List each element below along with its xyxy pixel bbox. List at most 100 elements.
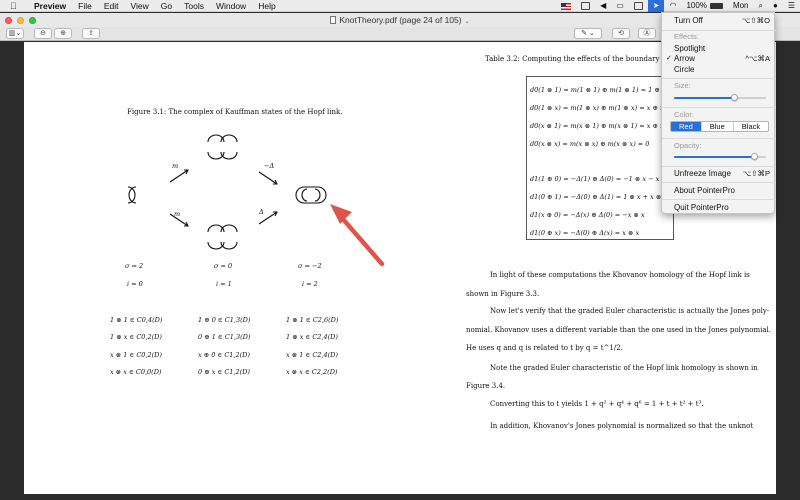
share-icon: ⇪ (88, 30, 94, 37)
menu-unfreeze-image[interactable]: Unfreeze Image ⌥⇧⌘P (662, 168, 776, 179)
menu-quit-pointerpro[interactable]: Quit PointerPro (662, 202, 776, 213)
airplay-icon[interactable]: ▭ (611, 0, 629, 12)
window-title-text: KnotTheory.pdf (page 24 of 105) (339, 15, 462, 25)
size-slider[interactable] (674, 94, 766, 101)
battery-status[interactable]: 100% (681, 0, 727, 12)
menu-edit[interactable]: Edit (98, 0, 125, 12)
battery-icon (709, 3, 723, 9)
zoom-out-icon: ⊖ (40, 30, 46, 37)
menu-app-preview[interactable]: Preview (28, 0, 72, 12)
battery-percent: 100% (686, 1, 707, 10)
menu-tools[interactable]: Tools (178, 0, 210, 12)
paragraph-line-9: In addition, Khovanov's Jones polynomial… (490, 422, 754, 430)
circle-label: Circle (674, 65, 695, 74)
arrow-shortcut: ^⌥⌘A (745, 54, 770, 63)
unfreeze-shortcut: ⌥⇧⌘P (742, 169, 770, 178)
share-button[interactable]: ⇪ (82, 28, 100, 39)
chain-c2-row-4: x ⊗ x ∈ C2,2(D) (286, 368, 338, 376)
us-flag-icon[interactable] (556, 2, 576, 10)
sidebar-view-button[interactable]: ▥⌄ (6, 28, 24, 39)
size-slider-knob[interactable] (731, 94, 739, 101)
color-label: Color: (674, 110, 695, 119)
markup-pen-button[interactable]: ✎ ⌄ (574, 28, 602, 39)
pointerpro-menu: Turn Off ⌥⇧⌘O Effects: Spotlight ✓ Arrow… (661, 12, 776, 214)
zoom-in-icon: ⊕ (60, 30, 66, 37)
menu-effect-circle[interactable]: Circle (662, 64, 776, 75)
markup-icon: Ⓐ (643, 30, 651, 37)
zoom-in-button[interactable]: ⊕ (54, 28, 72, 39)
checkmark-icon: ✓ (666, 55, 672, 62)
size-slider-fill (674, 97, 735, 99)
turn-off-shortcut: ⌥⇧⌘O (741, 16, 770, 25)
chain-c0-row-1: 1 ⊗ 1 ∈ C0,4(D) (110, 316, 163, 324)
paragraph-line-6: Note the graded Euler characteristic of … (490, 364, 758, 372)
menu-go[interactable]: Go (155, 0, 178, 12)
color-black-segment[interactable]: Black (734, 122, 768, 131)
color-red-segment[interactable]: Red (671, 122, 702, 131)
status-area: ◀ ▭ ➤ ◠ 100% Mon ⌕ ● ☰ (556, 0, 800, 12)
menu-file[interactable]: File (72, 0, 98, 12)
opacity-slider-knob[interactable] (751, 153, 759, 160)
paragraph-line-4: nomial. Khovanov uses a different variab… (466, 326, 771, 334)
chevron-down-icon: ⌄ (464, 19, 470, 25)
volume-icon[interactable]: ◀ (595, 0, 611, 12)
paragraph-line-8: Converting this to t yields 1 + q² + q⁴ … (490, 400, 704, 408)
spotlight-search-icon[interactable]: ⌕ (754, 0, 768, 12)
clock[interactable]: Mon (728, 0, 754, 12)
rotate-icon: ⟲ (618, 30, 624, 37)
menu-separator (662, 182, 776, 183)
chain-c0-row-3: x ⊗ 1 ∈ C0,2(D) (110, 351, 162, 359)
chain-c2-row-2: 1 ⊗ x ∈ C2,4(D) (286, 333, 338, 341)
opacity-slider[interactable] (674, 153, 766, 160)
menu-help[interactable]: Help (252, 0, 281, 12)
zoom-window-button[interactable] (29, 16, 36, 24)
notification-center-icon[interactable]: ☰ (783, 0, 800, 12)
chain-c1-row-3: x ⊕ 0 ∈ C1,2(D) (198, 351, 250, 359)
apple-menu-icon[interactable]:  (10, 1, 20, 11)
menu-separator (662, 107, 776, 108)
menu-bar:  Preview File Edit View Go Tools Window… (0, 0, 800, 12)
paragraph-line-3: Now let's verify that the graded Euler c… (490, 307, 770, 315)
size-label: Size: (674, 81, 691, 90)
unfreeze-label: Unfreeze Image (674, 169, 731, 178)
close-window-button[interactable] (5, 16, 12, 24)
arrow-label: Arrow (674, 54, 695, 63)
menu-separator (662, 30, 776, 31)
paragraph-line-5: He uses q and q is related to t by q = t… (466, 344, 623, 352)
document-icon (330, 16, 337, 24)
chain-c1-row-4: 0 ⊕ x ∈ C1,2(D) (198, 368, 250, 376)
display-icon[interactable] (629, 2, 648, 10)
wifi-icon[interactable]: ◠ (664, 0, 681, 12)
minimize-window-button[interactable] (17, 16, 24, 24)
menu-window[interactable]: Window (210, 0, 252, 12)
menu-about-pointerpro[interactable]: About PointerPro (662, 185, 776, 196)
turn-off-label: Turn Off (674, 16, 703, 25)
menu-separator (662, 199, 776, 200)
zoom-out-button[interactable]: ⊖ (34, 28, 52, 39)
spotlight-label: Spotlight (674, 44, 706, 53)
menu-separator (662, 138, 776, 139)
sidebar-icon: ▥⌄ (8, 30, 22, 37)
pen-icon: ✎ ⌄ (581, 30, 595, 37)
effects-label: Effects: (674, 32, 699, 41)
chain-c0-row-4: x ⊗ x ∈ C0,0(D) (110, 368, 162, 376)
opacity-label: Opacity: (674, 141, 702, 150)
color-segmented-control: Red Blue Black (670, 121, 770, 132)
mail-icon[interactable] (576, 2, 595, 10)
menu-turn-off[interactable]: Turn Off ⌥⇧⌘O (662, 15, 776, 26)
markup-toolbar-button[interactable]: Ⓐ (638, 28, 656, 39)
chain-c2-row-1: 1 ⊗ 1 ∈ C2,6(D) (286, 316, 339, 324)
pointerpro-icon[interactable]: ➤ (647, 0, 665, 12)
menu-effect-arrow[interactable]: ✓ Arrow ^⌥⌘A (662, 53, 776, 64)
menu-separator (662, 78, 776, 79)
chain-c0-row-2: 1 ⊗ x ∈ C0,2(D) (110, 333, 162, 341)
menu-view[interactable]: View (125, 0, 155, 12)
paragraph-line-7: Figure 3.4. (466, 382, 506, 390)
chain-c1-row-2: 0 ⊕ 1 ∈ C1,3(D) (198, 333, 251, 341)
user-icon[interactable]: ● (768, 0, 783, 12)
color-blue-segment[interactable]: Blue (702, 122, 734, 131)
rotate-button[interactable]: ⟲ (612, 28, 630, 39)
chain-c2-row-3: x ⊗ 1 ∈ C2,4(D) (286, 351, 338, 359)
chain-c1-row-1: 1 ⊕ 0 ∈ C1,3(D) (198, 316, 251, 324)
opacity-slider-fill (674, 156, 755, 158)
